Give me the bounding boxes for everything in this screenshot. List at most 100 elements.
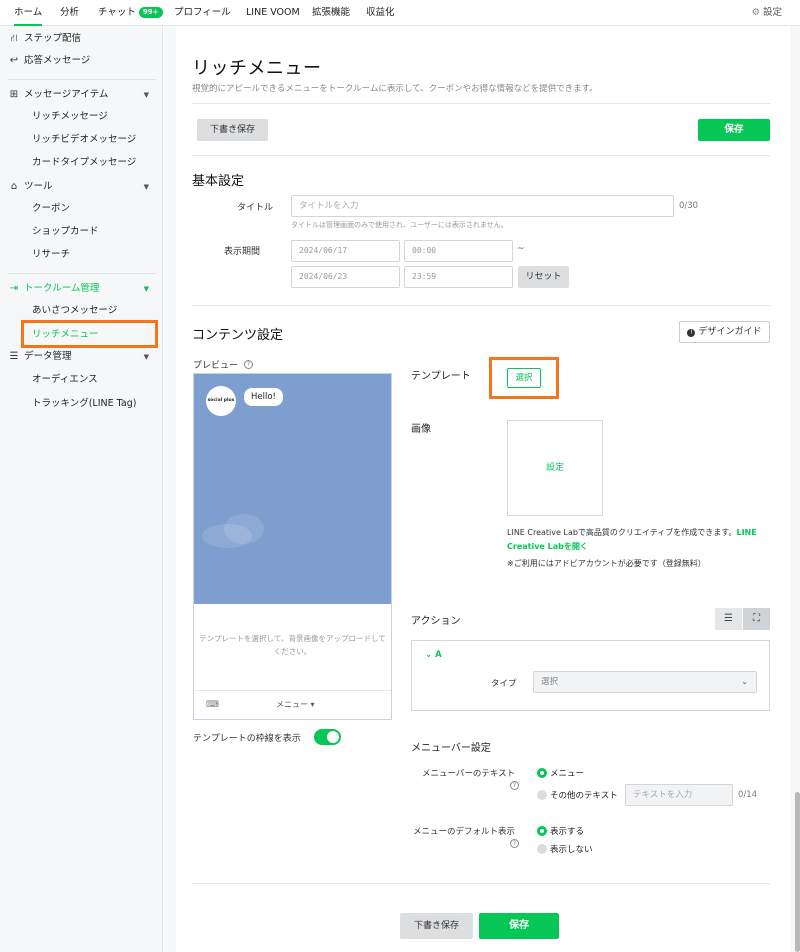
radio-menu-label: メニュー (550, 769, 585, 779)
design-guide-label: デザインガイド (698, 327, 762, 337)
radio-show[interactable] (537, 826, 547, 836)
design-guide-button[interactable]: ! デザインガイド (679, 321, 770, 343)
preview-hint: テンプレートを選択して、背景画像をアップロードしてください。 (199, 634, 386, 656)
sidebar-item-auto-reply[interactable]: ↩ 応答メッセージ (0, 51, 163, 71)
sidebar-item-step[interactable]: ⛙ ステップ配信 (0, 29, 163, 49)
sidebar-item-data[interactable]: ☰ データ管理 ▼ (0, 347, 163, 367)
save-button[interactable]: 保存 (698, 119, 770, 141)
sidebar-item-greeting[interactable]: あいさつメッセージ (0, 301, 163, 321)
highlight-box (21, 320, 158, 348)
top-nav: ホーム 分析 チャット 99+ プロフィール LINE VOOM 拡張機能 収益化… (0, 0, 800, 26)
sidebar-item-message-items[interactable]: ⊞ メッセージアイテム ▼ (0, 85, 163, 105)
tab-chat-label: チャット (98, 7, 136, 18)
page-title: リッチメニュー (192, 58, 322, 79)
scrollbar[interactable] (795, 792, 800, 952)
rich-menu-preview: social plus Hello! テンプレートを選択して、背景画像をアップロ… (193, 373, 392, 720)
toggle-knob (327, 731, 339, 743)
reply-icon: ↩ (9, 55, 19, 66)
plus-square-icon: ⊞ (9, 89, 19, 100)
title-label: タイトル (237, 203, 274, 213)
image-label: 画像 (411, 424, 431, 435)
action-label: アクション (411, 616, 461, 627)
sidebar-item-label: 応答メッセージ (24, 55, 91, 66)
sidebar-item-tracking[interactable]: トラッキング(LINE Tag) (0, 394, 163, 414)
avatar: social plus (206, 386, 236, 416)
content-settings-heading: コンテンツ設定 (192, 328, 284, 343)
type-select[interactable]: 選択 ⌄ (533, 671, 757, 693)
tab-chat[interactable]: チャット 99+ (98, 0, 163, 26)
sidebar-item-research[interactable]: リサーチ (0, 245, 163, 265)
tab-extensions[interactable]: 拡張機能 (312, 0, 350, 26)
creative-lab-description: LINE Creative Labで高品質のクリエイティブを作成できます。 (507, 528, 737, 537)
chevron-down-icon: ⌄ (741, 677, 748, 686)
period-label: 表示期間 (224, 247, 261, 257)
template-label: テンプレート (411, 371, 471, 382)
help-icon[interactable]: ? (244, 360, 253, 369)
sidebar-item-rich-message[interactable]: リッチメッセージ (0, 107, 163, 127)
end-date-input[interactable]: 2024/06/23 (291, 266, 400, 288)
image-upload-box[interactable]: 設定 (507, 420, 603, 516)
divider (192, 305, 770, 306)
sidebar-item-coupon[interactable]: クーポン (0, 199, 163, 219)
sidebar-item-label: カードタイプメッセージ (32, 157, 137, 168)
preview-label: プレビュー (193, 361, 239, 371)
sidebar-item-talkroom[interactable]: ⇥ トークルーム管理 ▼ (0, 279, 163, 299)
adobe-note: ※ご利用にはアドビアカウントが必要です（登録無料） (507, 559, 706, 568)
action-area-label: A (435, 650, 442, 660)
tab-profile[interactable]: プロフィール (174, 0, 231, 26)
type-select-value: 選択 (541, 677, 559, 687)
creative-lab-text: LINE Creative Labで高品質のクリエイティブを作成できます。LIN… (507, 527, 757, 538)
sidebar-item-shop-card[interactable]: ショップカード (0, 222, 163, 242)
sidebar-item-card-type[interactable]: カードタイプメッセージ (0, 153, 163, 173)
help-icon[interactable]: ? (510, 839, 519, 848)
creative-lab-link-2[interactable]: Creative Labを開く (507, 541, 588, 552)
end-time-input[interactable]: 23:59 (404, 266, 513, 288)
sidebar-divider (8, 79, 156, 80)
sidebar: ⛙ ステップ配信 ↩ 応答メッセージ ⊞ メッセージアイテム ▼ リッチメッセージ リッ… (0, 26, 163, 952)
chat-bubble: Hello! (244, 388, 283, 406)
help-icon[interactable]: ? (510, 781, 519, 790)
radio-other-label: その他のテキスト (550, 791, 618, 801)
type-label: タイプ (491, 679, 517, 689)
radio-show-label: 表示する (550, 827, 585, 837)
sidebar-item-rich-video[interactable]: リッチビデオメッセージ (0, 130, 163, 150)
action-area-toggle[interactable]: ⌄ A (425, 650, 442, 660)
sidebar-item-label: オーディエンス (32, 374, 98, 385)
tab-analytics[interactable]: 分析 (60, 0, 79, 26)
sidebar-item-label: リッチビデオメッセージ (32, 134, 137, 145)
divider (192, 883, 770, 884)
save-button-bottom[interactable]: 保存 (479, 913, 559, 939)
caret-down-icon: ▼ (143, 91, 149, 99)
radio-hide-label: 表示しない (550, 845, 593, 855)
sidebar-item-label: データ管理 (24, 351, 72, 362)
template-select-button[interactable]: 選択 (507, 368, 541, 388)
menubar-text-input[interactable]: テキストを入力 (625, 784, 733, 806)
radio-hide[interactable] (537, 844, 547, 854)
tab-line-voom[interactable]: LINE VOOM (246, 0, 300, 26)
frame-toggle[interactable] (314, 729, 341, 745)
tab-home[interactable]: ホーム (14, 0, 43, 26)
sidebar-item-label: トラッキング(LINE Tag) (32, 398, 137, 409)
chat-count-badge: 99+ (138, 7, 163, 18)
sidebar-item-audience[interactable]: オーディエンス (0, 370, 163, 390)
sitemap-icon: ⛙ (10, 33, 18, 44)
tab-monetization[interactable]: 収益化 (366, 0, 395, 26)
keyboard-icon: ⌨ (206, 700, 219, 710)
sidebar-item-tools[interactable]: ⌂ ツール ▼ (0, 177, 163, 197)
start-date-input[interactable]: 2024/06/17 (291, 240, 400, 262)
default-display-label: メニューのデフォルト表示 (413, 827, 516, 837)
draft-save-button-bottom[interactable]: 下書き保存 (400, 913, 473, 939)
reset-button[interactable]: リセット (518, 266, 569, 288)
radio-menu[interactable] (537, 768, 547, 778)
title-input[interactable]: タイトルを入力 (291, 195, 674, 217)
list-view-icon[interactable]: ☰ (715, 608, 742, 630)
divider (192, 155, 770, 156)
sidebar-item-label: リサーチ (32, 249, 71, 260)
settings-link[interactable]: ⚙ 設定 (751, 0, 782, 25)
radio-other-text[interactable] (537, 790, 547, 800)
creative-lab-link[interactable]: LINE (736, 528, 756, 537)
draft-save-button[interactable]: 下書き保存 (197, 119, 268, 141)
start-time-input[interactable]: 00:00 (404, 240, 513, 262)
expand-view-icon[interactable]: ⛶ (743, 608, 770, 630)
preview-menu-bar: ⌨ メニュー ▾ (194, 690, 391, 720)
